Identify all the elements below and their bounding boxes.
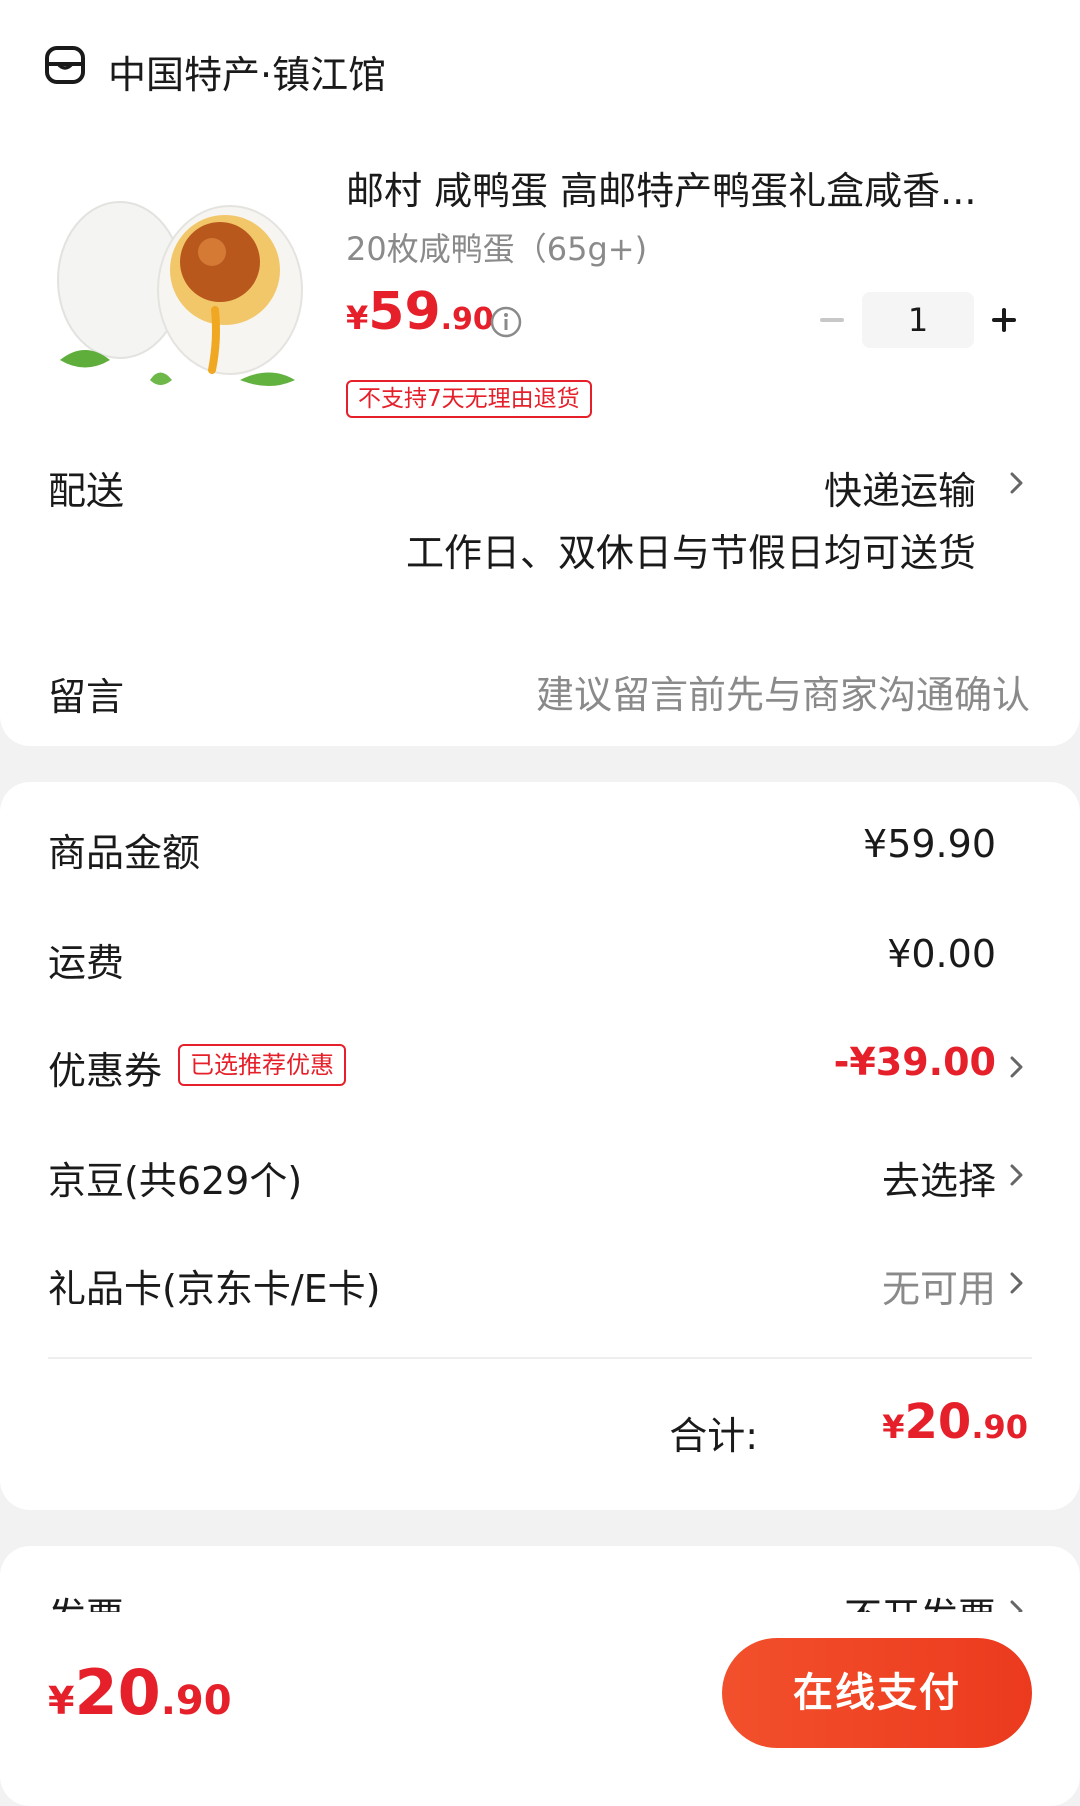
shipping-label: 运费 <box>48 941 125 985</box>
quantity-input[interactable]: 1 <box>862 292 974 348</box>
coupon-value[interactable]: -¥39.00 <box>834 1040 996 1084</box>
jd-beans-label: 京豆(共629个) <box>48 1159 303 1203</box>
info-icon[interactable] <box>489 305 523 339</box>
bottom-checkout-bar: ¥20.90 在线支付 <box>0 1612 1080 1766</box>
total-integer: 20 <box>904 1394 972 1450</box>
bottom-currency: ¥ <box>48 1679 75 1723</box>
coupon-badge: 已选推荐优惠 <box>178 1044 346 1086</box>
chevron-right-icon[interactable] <box>1006 1158 1028 1192</box>
bottom-integer: 20 <box>74 1656 161 1729</box>
quantity-plus-button[interactable] <box>984 300 1024 340</box>
delivery-method[interactable]: 快递运输 <box>824 460 976 515</box>
product-price: ¥59.90 <box>346 286 494 338</box>
bottom-total-price: ¥20.90 <box>48 1662 232 1724</box>
pay-online-button[interactable]: 在线支付 <box>722 1638 1032 1748</box>
price-currency: ¥ <box>346 299 369 337</box>
total-currency: ¥ <box>882 1408 905 1446</box>
price-decimal: .90 <box>440 302 494 337</box>
shop-name[interactable]: 中国特产·镇江馆 <box>108 44 386 99</box>
coupon-label: 优惠券 <box>48 1049 163 1093</box>
message-input[interactable]: 建议留言前先与商家沟通确认 <box>536 664 1030 719</box>
delivery-note: 工作日、双休日与节假日均可送货 <box>405 531 976 575</box>
chevron-right-icon[interactable] <box>1006 1050 1028 1084</box>
product-title[interactable]: 邮村 咸鸭蛋 高邮特产鸭蛋礼盒咸香... <box>346 160 1016 215</box>
message-label: 留言 <box>48 675 125 719</box>
divider <box>48 1357 1032 1359</box>
total-price: ¥20.90 <box>882 1398 1028 1446</box>
goods-amount-label: 商品金额 <box>48 831 201 875</box>
delivery-label: 配送 <box>48 469 125 513</box>
jd-beans-value[interactable]: 去选择 <box>882 1150 996 1205</box>
chevron-right-icon[interactable] <box>1006 466 1028 500</box>
shipping-value: ¥0.00 <box>887 932 996 976</box>
price-integer: 59 <box>368 282 441 342</box>
chevron-right-icon[interactable] <box>1006 1266 1028 1300</box>
gift-card-value[interactable]: 无可用 <box>882 1258 996 1313</box>
product-spec[interactable]: 20枚咸鸭蛋（65g+) <box>346 224 647 270</box>
salted-duck-egg-image[interactable] <box>40 140 320 420</box>
gift-card-label: 礼品卡(京东卡/E卡) <box>48 1267 381 1311</box>
total-decimal: .90 <box>971 1408 1028 1446</box>
bottom-decimal: .90 <box>160 1678 232 1724</box>
quantity-minus-button[interactable] <box>812 300 852 340</box>
return-policy-badge: 不支持7天无理由退货 <box>346 380 592 418</box>
shop-icon <box>45 46 85 84</box>
goods-amount-value: ¥59.90 <box>863 822 996 866</box>
total-label: 合计: <box>669 1414 758 1458</box>
